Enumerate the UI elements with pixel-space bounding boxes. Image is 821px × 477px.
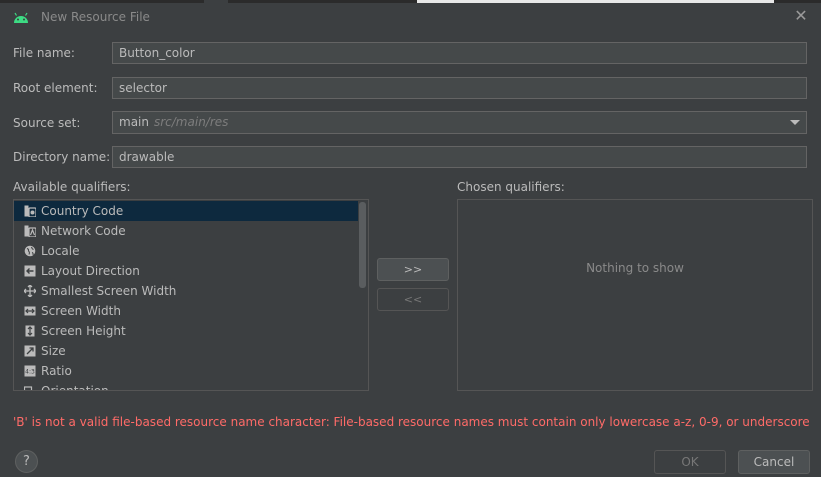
country-code-icon [24,205,36,217]
qualifier-item-orientation[interactable]: Orientation [14,381,358,391]
qualifier-label: Screen Width [41,304,121,318]
source-set-label: Source set: [13,116,81,130]
directory-name-label: Directory name: [13,150,111,164]
qualifiers-scrollbar[interactable] [359,202,366,288]
help-button[interactable]: ? [15,450,38,473]
network-code-icon [24,225,36,237]
svg-text:4:3: 4:3 [25,369,35,376]
add-qualifier-button[interactable]: >> [377,258,449,281]
dialog-title: New Resource File [41,10,150,24]
globe-icon [24,245,36,257]
qualifier-label: Network Code [41,224,126,238]
root-element-input[interactable] [112,77,807,99]
ok-button[interactable]: OK [654,450,726,474]
available-qualifiers-label: Available qualifiers: [13,180,131,194]
qualifier-item-size[interactable]: Size [14,341,358,361]
qualifier-item-screen-height[interactable]: Screen Height [14,321,358,341]
qualifier-item-layout-direction[interactable]: Layout Direction [14,261,358,281]
qualifier-item-locale[interactable]: Locale [14,241,358,261]
root-element-label: Root element: [13,81,98,95]
file-name-label: File name: [13,46,75,60]
screen-height-icon [25,325,35,337]
orientation-icon [24,386,33,390]
file-name-input[interactable] [112,42,807,64]
cancel-button[interactable]: Cancel [738,450,810,474]
empty-state-text: Nothing to show [586,261,684,275]
chosen-qualifiers-list[interactable]: Nothing to show [457,199,813,391]
chevron-down-icon[interactable] [790,120,800,125]
qualifier-item-smallest-screen-width[interactable]: Smallest Screen Width [14,281,358,301]
source-set-hint: src/main/res [153,115,229,129]
qualifier-label: Ratio [41,364,72,378]
qualifier-label: Screen Height [41,324,126,338]
qualifier-item-country-code[interactable]: Country Code [14,201,358,221]
layout-direction-icon [24,265,36,277]
directory-name-input[interactable] [112,146,807,168]
size-icon [24,345,36,357]
remove-qualifier-button[interactable]: << [377,288,449,311]
source-set-value: main [119,115,149,129]
ratio-icon: 4:3 [24,365,36,377]
android-icon [14,12,28,23]
qualifier-label: Layout Direction [41,264,140,278]
chosen-qualifiers-label: Chosen qualifiers: [457,180,565,194]
available-qualifiers-list[interactable]: Country Code Network Code Locale Layout … [13,199,369,391]
qualifier-label: Orientation [41,384,109,391]
qualifier-item-ratio[interactable]: 4:3 Ratio [14,361,358,381]
qualifier-label: Smallest Screen Width [41,284,177,298]
qualifier-item-screen-width[interactable]: Screen Width [14,301,358,321]
error-message: 'B' is not a valid file-based resource n… [13,415,810,429]
qualifier-label: Country Code [41,204,124,218]
source-set-dropdown[interactable]: main src/main/res [112,111,807,134]
screen-width-icon [24,306,36,316]
qualifier-label: Locale [41,244,80,258]
qualifier-label: Size [41,344,66,358]
qualifier-item-network-code[interactable]: Network Code [14,221,358,241]
title-bar: New Resource File ✕ [0,3,821,31]
close-icon[interactable]: ✕ [793,8,809,24]
smallest-screen-width-icon [24,285,36,297]
